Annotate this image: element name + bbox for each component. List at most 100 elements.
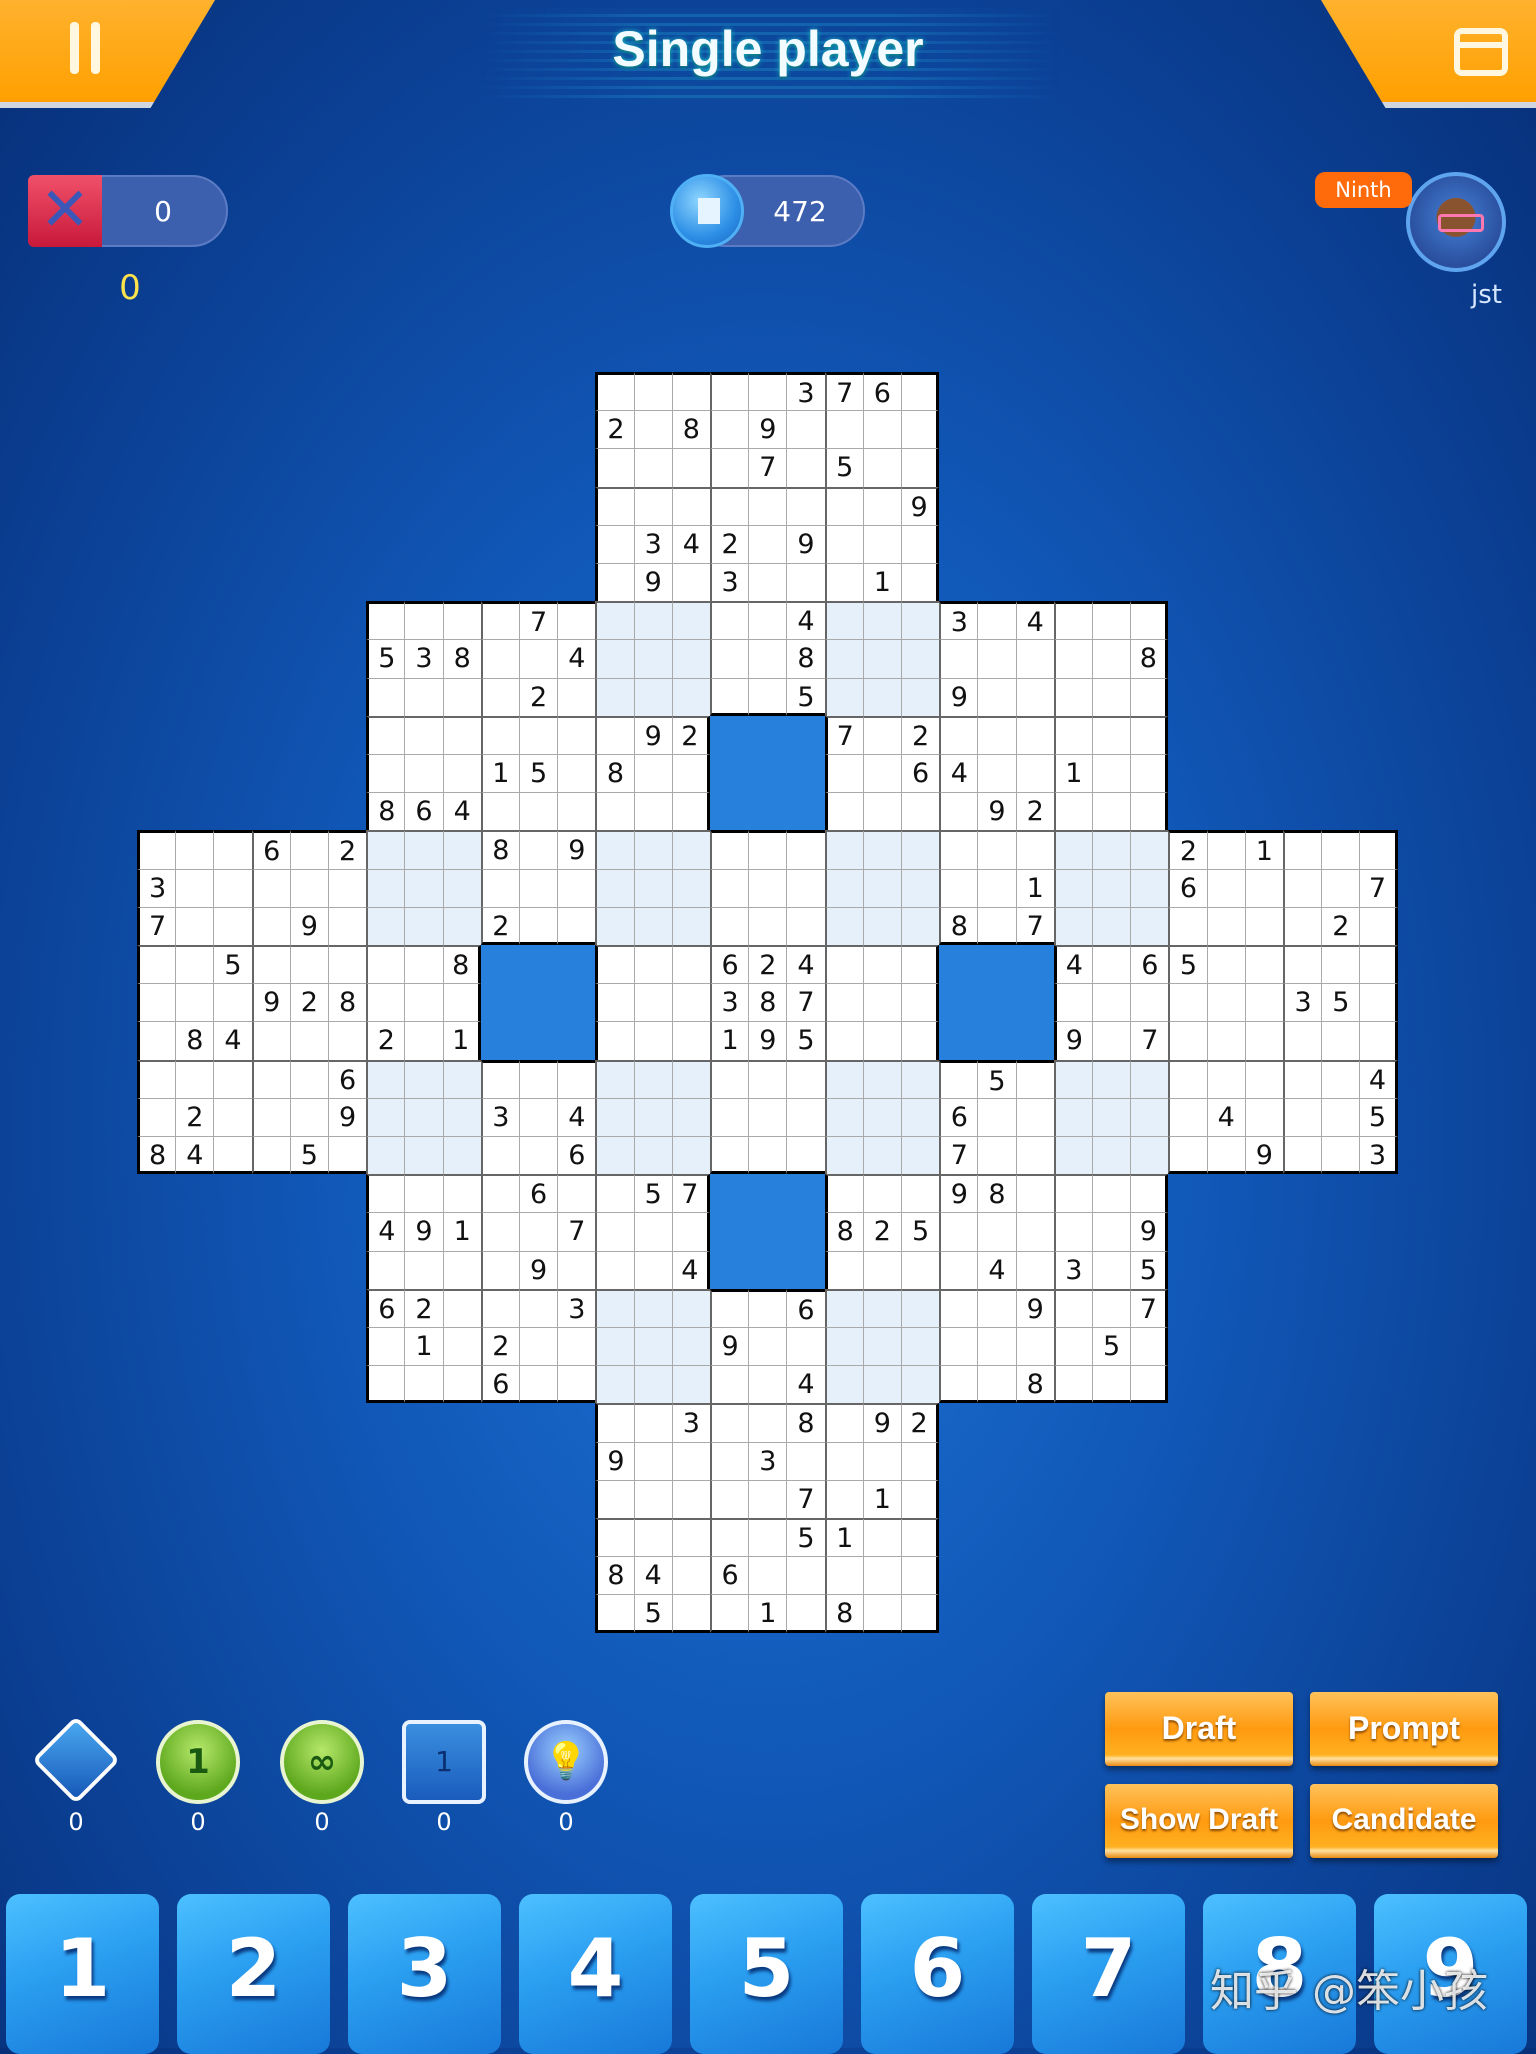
empty-cell[interactable]: [1092, 830, 1131, 869]
empty-cell[interactable]: [289, 1021, 328, 1060]
empty-cell[interactable]: [1053, 906, 1092, 945]
empty-cell[interactable]: [1092, 639, 1131, 678]
empty-cell[interactable]: [519, 1365, 558, 1404]
empty-cell[interactable]: [1206, 868, 1245, 907]
empty-cell[interactable]: [633, 945, 672, 984]
empty-cell[interactable]: [1168, 906, 1207, 945]
empty-cell[interactable]: [595, 448, 634, 487]
empty-cell[interactable]: [366, 1327, 405, 1366]
empty-cell[interactable]: [901, 1021, 940, 1060]
empty-cell[interactable]: [633, 372, 672, 411]
number-button-5[interactable]: 5: [690, 1894, 843, 2054]
empty-cell[interactable]: [748, 906, 787, 945]
empty-cell[interactable]: [824, 1327, 863, 1366]
empty-cell[interactable]: [1053, 677, 1092, 716]
empty-cell[interactable]: [1283, 1021, 1322, 1060]
empty-cell[interactable]: [137, 945, 176, 984]
empty-cell[interactable]: [710, 1518, 749, 1557]
empty-cell[interactable]: [862, 1250, 901, 1289]
empty-cell[interactable]: [557, 677, 596, 716]
empty-cell[interactable]: [137, 1097, 176, 1136]
empty-cell[interactable]: [671, 677, 710, 716]
empty-cell[interactable]: [748, 677, 787, 716]
empty-cell[interactable]: [1206, 945, 1245, 984]
empty-cell[interactable]: [901, 1136, 940, 1175]
empty-cell[interactable]: [824, 1288, 863, 1327]
number-button-4[interactable]: 4: [519, 1894, 672, 2054]
empty-cell[interactable]: [824, 677, 863, 716]
empty-cell[interactable]: [1130, 677, 1169, 716]
empty-cell[interactable]: [901, 1365, 940, 1404]
empty-cell[interactable]: [824, 563, 863, 602]
empty-cell[interactable]: [404, 945, 443, 984]
empty-cell[interactable]: [1092, 1136, 1131, 1175]
empty-cell[interactable]: [1053, 1097, 1092, 1136]
empty-cell[interactable]: [862, 1327, 901, 1366]
empty-cell[interactable]: [901, 792, 940, 831]
empty-cell[interactable]: [710, 639, 749, 678]
empty-cell[interactable]: [1053, 1212, 1092, 1251]
empty-cell[interactable]: [901, 524, 940, 563]
empty-cell[interactable]: [480, 1250, 519, 1289]
empty-cell[interactable]: [633, 1365, 672, 1404]
empty-cell[interactable]: [824, 1250, 863, 1289]
empty-cell[interactable]: [862, 639, 901, 678]
empty-cell[interactable]: [633, 754, 672, 793]
empty-cell[interactable]: [633, 1327, 672, 1366]
empty-cell[interactable]: [1283, 1136, 1322, 1175]
empty-cell[interactable]: [213, 1136, 252, 1175]
empty-cell[interactable]: [175, 945, 214, 984]
magnifier-icon[interactable]: [31, 1715, 121, 1805]
empty-cell[interactable]: [862, 601, 901, 640]
empty-cell[interactable]: [595, 1518, 634, 1557]
empty-cell[interactable]: [1359, 830, 1398, 869]
empty-cell[interactable]: [748, 1556, 787, 1595]
empty-cell[interactable]: [1015, 1327, 1054, 1366]
empty-cell[interactable]: [1283, 906, 1322, 945]
empty-cell[interactable]: [901, 983, 940, 1022]
empty-cell[interactable]: [748, 563, 787, 602]
empty-cell[interactable]: [939, 1250, 978, 1289]
empty-cell[interactable]: [671, 1021, 710, 1060]
empty-cell[interactable]: [671, 1479, 710, 1518]
empty-cell[interactable]: [671, 1518, 710, 1557]
empty-cell[interactable]: [137, 830, 176, 869]
empty-cell[interactable]: [824, 1556, 863, 1595]
empty-cell[interactable]: [480, 1288, 519, 1327]
empty-cell[interactable]: [824, 1059, 863, 1098]
empty-cell[interactable]: [251, 1059, 290, 1098]
empty-cell[interactable]: [901, 1594, 940, 1633]
empty-cell[interactable]: [251, 906, 290, 945]
empty-cell[interactable]: [748, 1403, 787, 1442]
empty-cell[interactable]: [710, 410, 749, 449]
empty-cell[interactable]: [977, 754, 1016, 793]
empty-cell[interactable]: [671, 1365, 710, 1404]
empty-cell[interactable]: [977, 1136, 1016, 1175]
empty-cell[interactable]: [862, 524, 901, 563]
empty-cell[interactable]: [633, 1403, 672, 1442]
empty-cell[interactable]: [595, 1479, 634, 1518]
empty-cell[interactable]: [786, 448, 825, 487]
empty-cell[interactable]: [366, 1365, 405, 1404]
empty-cell[interactable]: [404, 715, 443, 754]
empty-cell[interactable]: [710, 1136, 749, 1175]
empty-cell[interactable]: [557, 1327, 596, 1366]
empty-cell[interactable]: [1053, 868, 1092, 907]
empty-cell[interactable]: [366, 754, 405, 793]
empty-cell[interactable]: [213, 868, 252, 907]
empty-cell[interactable]: [633, 410, 672, 449]
empty-cell[interactable]: [710, 1594, 749, 1633]
empty-cell[interactable]: [1092, 1097, 1131, 1136]
empty-cell[interactable]: [786, 563, 825, 602]
empty-cell[interactable]: [1053, 1365, 1092, 1404]
empty-cell[interactable]: [213, 906, 252, 945]
empty-cell[interactable]: [862, 792, 901, 831]
empty-cell[interactable]: [977, 1212, 1016, 1251]
empty-cell[interactable]: [1015, 639, 1054, 678]
empty-cell[interactable]: [1053, 639, 1092, 678]
empty-cell[interactable]: [862, 906, 901, 945]
empty-cell[interactable]: [748, 486, 787, 525]
empty-cell[interactable]: [519, 1327, 558, 1366]
empty-cell[interactable]: [1130, 830, 1169, 869]
empty-cell[interactable]: [1283, 868, 1322, 907]
